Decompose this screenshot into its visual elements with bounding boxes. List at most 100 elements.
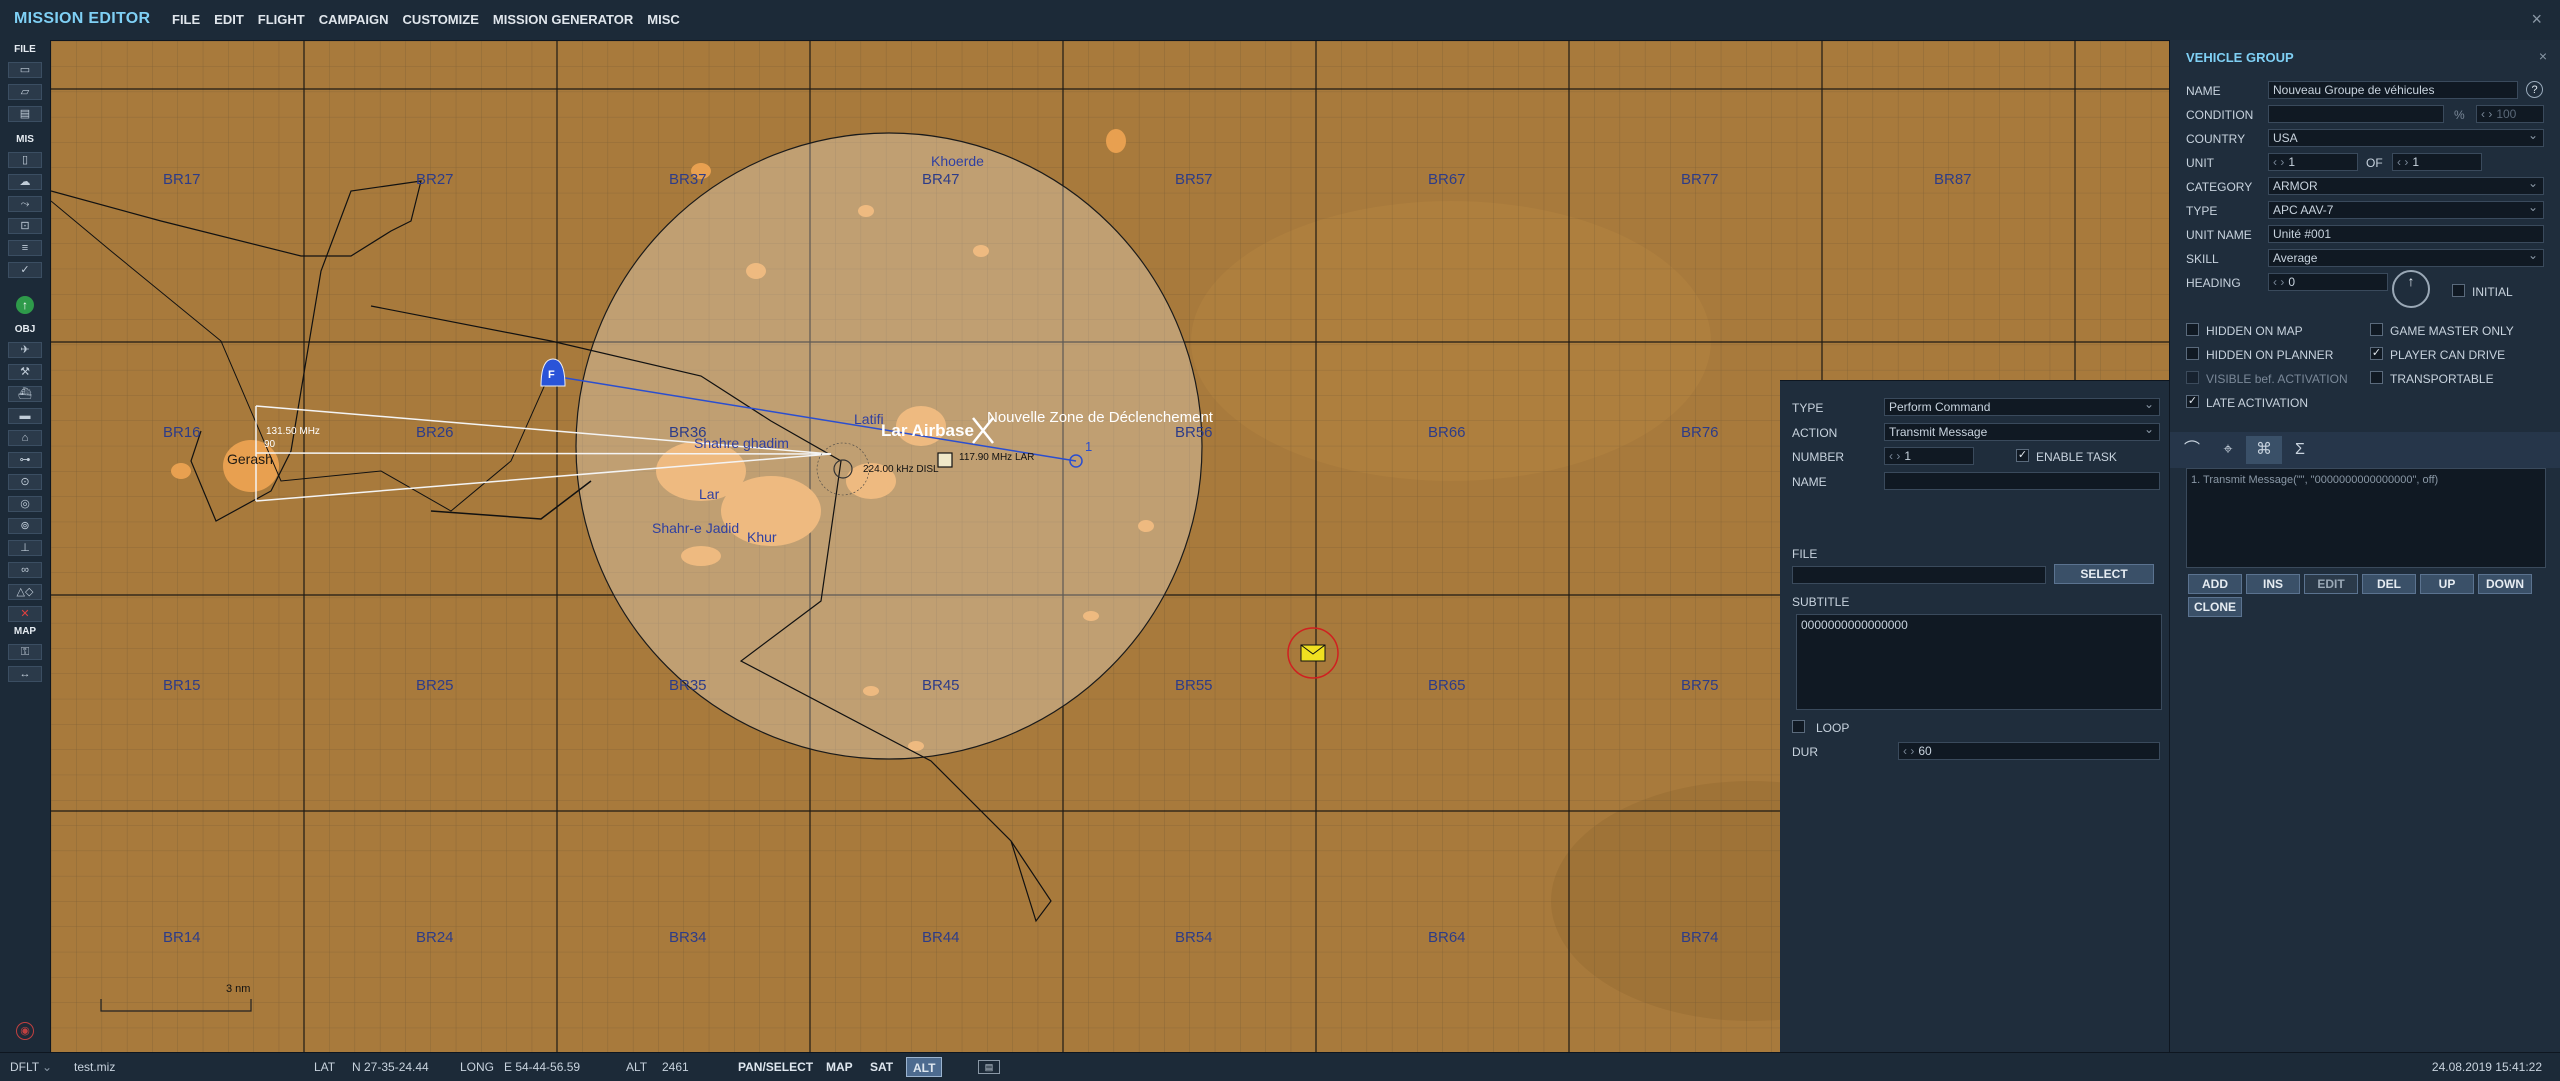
skill-select[interactable]: Average	[2268, 249, 2544, 267]
stepper-arrows-icon[interactable]: ‹ ›	[2273, 155, 2284, 169]
hidden-on-planner-checkbox[interactable]	[2186, 347, 2199, 360]
green-arrow-icon[interactable]: ↑	[16, 296, 34, 314]
enable-task-checkbox[interactable]: ✓	[2016, 449, 2029, 462]
trigger-zone-label[interactable]: Nouvelle Zone de Déclenchement	[987, 409, 1213, 426]
add-button[interactable]: ADD	[2188, 574, 2242, 594]
delete-button[interactable]: DEL	[2362, 574, 2416, 594]
stepper-arrows-icon[interactable]: ‹ ›	[1889, 449, 1900, 463]
chevron-down-icon[interactable]: ⌄	[42, 1060, 52, 1074]
unit-name-input[interactable]: Unité #001	[2268, 225, 2544, 243]
grid-label: BR75	[1681, 677, 1719, 694]
cmd-type-select[interactable]: Perform Command	[1884, 398, 2160, 416]
condition-input[interactable]	[2268, 105, 2444, 123]
visible-before-activation-checkbox[interactable]	[2186, 371, 2199, 384]
loop-checkbox[interactable]	[1792, 720, 1805, 733]
menu-edit[interactable]: EDIT	[214, 12, 244, 27]
key-icon[interactable]: ⚿	[8, 644, 42, 660]
hidden-on-map-checkbox[interactable]	[2186, 323, 2199, 336]
goals-icon[interactable]: ≡	[8, 240, 42, 256]
stepper-arrows-icon[interactable]: ‹ ›	[1903, 744, 1914, 758]
close-icon[interactable]: ×	[2531, 9, 2542, 30]
cmd-action-select[interactable]: Transmit Message	[1884, 423, 2160, 441]
clone-button[interactable]: CLONE	[2188, 597, 2242, 617]
pan-select-button[interactable]: PAN/SELECT	[732, 1057, 819, 1077]
menu-campaign[interactable]: CAMPAIGN	[319, 12, 389, 27]
tab-triggered-actions-icon[interactable]: ⌘	[2246, 436, 2282, 464]
subtitle-textarea[interactable]: 0000000000000000	[1796, 614, 2162, 710]
category-select[interactable]: ARMOR	[2268, 177, 2544, 195]
menu-customize[interactable]: CUSTOMIZE	[403, 12, 479, 27]
menu-flight[interactable]: FLIGHT	[258, 12, 305, 27]
action-list[interactable]: 1. Transmit Message("", "000000000000000…	[2186, 468, 2546, 568]
transportable-checkbox[interactable]	[2370, 371, 2383, 384]
delete-icon[interactable]: ✕	[8, 606, 42, 622]
save-file-icon[interactable]: ▤	[8, 106, 42, 122]
map-mode-button[interactable]: MAP	[820, 1057, 859, 1077]
menu-file[interactable]: FILE	[172, 12, 200, 27]
player-can-drive-checkbox[interactable]: ✓	[2370, 347, 2383, 360]
down-button[interactable]: DOWN	[2478, 574, 2532, 594]
group-name-input[interactable]: Nouveau Groupe de véhicules	[2268, 81, 2518, 99]
menu-misc[interactable]: MISC	[647, 12, 680, 27]
sat-mode-button[interactable]: SAT	[864, 1057, 899, 1077]
nav-point-icon[interactable]: ⊙	[8, 474, 42, 490]
heading-dial-icon[interactable]: ↑	[2392, 270, 2430, 308]
vehicle-icon[interactable]: ▬	[8, 408, 42, 424]
grid-label: BR67	[1428, 171, 1466, 188]
tab-route-icon[interactable]: ⌒	[2174, 436, 2210, 464]
ship-icon[interactable]: ⛴	[8, 386, 42, 402]
list-item[interactable]: 1. Transmit Message("", "000000000000000…	[2191, 472, 2545, 488]
briefing-icon[interactable]: ▯	[8, 152, 42, 168]
group-tabs: ⌒ ⌖ ⌘ Σ	[2170, 432, 2560, 468]
tab-targets-icon[interactable]: ⌖	[2210, 436, 2246, 464]
close-icon[interactable]: ×	[2539, 48, 2547, 64]
stepper-arrows-icon[interactable]: ‹ ›	[2397, 155, 2408, 169]
group-icon[interactable]: ∞	[8, 562, 42, 578]
select-button[interactable]: SELECT	[2054, 564, 2154, 584]
place-khoerde: Khoerde	[931, 153, 984, 169]
plane-icon[interactable]: ✈	[8, 342, 42, 358]
insert-button[interactable]: INS	[2246, 574, 2300, 594]
ruler-icon[interactable]: ↔	[8, 666, 42, 682]
cmd-number-stepper[interactable]: ‹ › 1	[1884, 447, 1974, 465]
record-icon[interactable]: ◉	[16, 1022, 34, 1040]
type-select[interactable]: APC AAV-7	[2268, 201, 2544, 219]
edit-button[interactable]: EDIT	[2304, 574, 2358, 594]
file-input[interactable]	[1792, 566, 2046, 584]
template-icon[interactable]: ⊶	[8, 452, 42, 468]
condition-stepper[interactable]: ‹ › 100	[2476, 105, 2544, 123]
cmd-name-input[interactable]	[1884, 472, 2160, 490]
zone-icon[interactable]: ⊡	[8, 218, 42, 234]
weather-icon[interactable]: ☁	[8, 174, 42, 190]
open-file-icon[interactable]: ▱	[8, 84, 42, 100]
profile-select[interactable]: DFLT	[10, 1060, 39, 1074]
new-file-icon[interactable]: ▭	[8, 62, 42, 78]
airfield-icon[interactable]: ⊥	[8, 540, 42, 556]
waypoint-number[interactable]: 1	[1085, 439, 1092, 454]
dur-stepper[interactable]: ‹ › 60	[1898, 742, 2160, 760]
menu-mission-generator[interactable]: MISSION GENERATOR	[493, 12, 633, 27]
initial-checkbox[interactable]	[2452, 284, 2465, 297]
trigger-icon[interactable]: ⤳	[8, 196, 42, 212]
unit-stepper[interactable]: ‹ › 1	[2268, 153, 2358, 171]
late-activation-checkbox[interactable]: ✓	[2186, 395, 2199, 408]
vehicle-group-marker[interactable]: F	[548, 369, 555, 381]
map-layer-icon[interactable]: ▤	[978, 1060, 1000, 1074]
tab-summary-icon[interactable]: Σ	[2282, 436, 2318, 464]
static-icon[interactable]: ⌂	[8, 430, 42, 446]
stepper-arrows-icon[interactable]: ‹ ›	[2273, 275, 2284, 289]
airbase-label[interactable]: Lar Airbase	[881, 421, 974, 441]
country-select[interactable]: USA	[2268, 129, 2544, 147]
target-icon[interactable]: ◎	[8, 496, 42, 512]
game-master-only-checkbox[interactable]	[2370, 323, 2383, 336]
of-stepper[interactable]: ‹ › 1	[2392, 153, 2482, 171]
up-button[interactable]: UP	[2420, 574, 2474, 594]
bullseye-icon[interactable]: ⊚	[8, 518, 42, 534]
alt-mode-button[interactable]: ALT	[906, 1057, 943, 1077]
check-icon[interactable]: ✓	[8, 262, 42, 278]
help-icon[interactable]: ?	[2526, 81, 2543, 98]
shapes-icon[interactable]: △◇	[8, 584, 42, 600]
stepper-arrows-icon[interactable]: ‹ ›	[2481, 107, 2492, 121]
heading-stepper[interactable]: ‹ › 0	[2268, 273, 2388, 291]
helicopter-icon[interactable]: ⚒	[8, 364, 42, 380]
